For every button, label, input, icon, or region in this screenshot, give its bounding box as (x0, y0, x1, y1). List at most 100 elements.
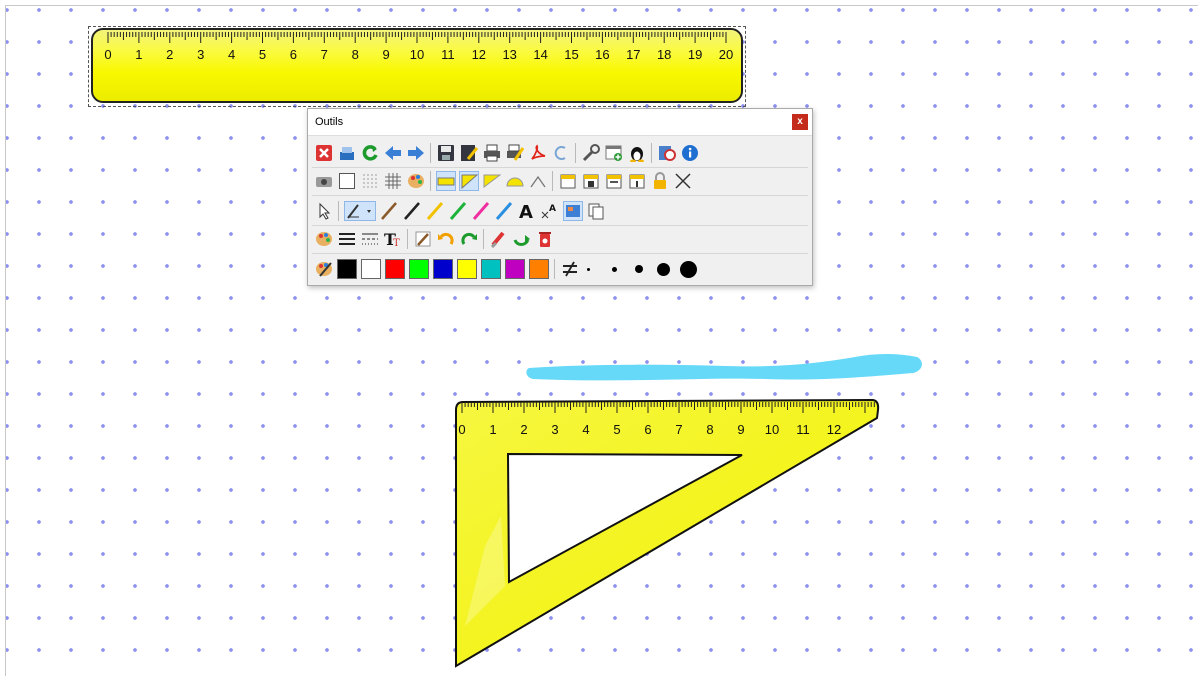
redo-icon[interactable] (460, 230, 478, 248)
pdf-icon[interactable] (529, 144, 547, 162)
linux-icon[interactable] (628, 144, 646, 162)
pen-size-4-button[interactable] (657, 262, 670, 276)
font-icon[interactable]: TT (384, 230, 402, 248)
line-style-icon[interactable] (361, 230, 379, 248)
text-icon[interactable]: A (518, 202, 536, 220)
set-square-label: 12 (827, 422, 841, 437)
set-square-label: 4 (582, 422, 589, 437)
settings-icon[interactable] (582, 144, 600, 162)
set-square-label: 1 (489, 422, 496, 437)
save-as-icon[interactable] (460, 144, 478, 162)
undo-icon[interactable] (437, 230, 455, 248)
color-swatch[interactable] (481, 259, 501, 279)
svg-text:A: A (519, 202, 533, 220)
info-icon[interactable] (681, 144, 699, 162)
pen-size-2-button[interactable] (612, 266, 617, 272)
trash-icon[interactable] (536, 230, 554, 248)
text-resize-icon[interactable]: A (541, 202, 559, 220)
color-swatch[interactable] (457, 259, 477, 279)
color-swatch[interactable] (433, 259, 453, 279)
close-icon[interactable] (315, 144, 333, 162)
set-square-label: 9 (737, 422, 744, 437)
ruler-graduations: 0 1 2 3 4 5 6 7 8 9 10 11 12 13 14 15 16 17 18 19 20 (104, 32, 733, 62)
protractor-icon[interactable] (505, 172, 524, 190)
ruler-label: 9 (382, 47, 389, 62)
refresh-icon[interactable] (361, 144, 379, 162)
color-swatch[interactable] (361, 259, 381, 279)
ruler-label: 18 (657, 47, 671, 62)
ruler-label: 19 (688, 47, 702, 62)
toolbox-title: Outils (308, 109, 812, 136)
color-swatch[interactable] (337, 259, 357, 279)
screenshot-icon[interactable] (658, 144, 676, 162)
cross-icon[interactable] (674, 172, 692, 190)
eraser-icon[interactable] (490, 230, 508, 248)
calendar-icon[interactable] (559, 172, 577, 190)
open-file-icon[interactable] (338, 144, 356, 162)
blank-page-icon[interactable] (338, 172, 356, 190)
ruler-label: 13 (502, 47, 516, 62)
pen-size-5-button[interactable] (680, 260, 697, 278)
pen-size-3-button[interactable] (635, 265, 643, 273)
calendar-one-icon[interactable] (628, 172, 646, 190)
pencil-select-icon[interactable] (343, 201, 376, 221)
color-swatch[interactable] (409, 259, 429, 279)
color-swatch[interactable] (505, 259, 525, 279)
dot-grid-icon[interactable] (361, 172, 379, 190)
calendar-edit-icon[interactable] (605, 172, 623, 190)
ruler-label: 12 (472, 47, 486, 62)
undo-page-icon[interactable] (552, 144, 570, 162)
ruler-label: 11 (441, 47, 455, 62)
new-window-icon[interactable] (605, 144, 623, 162)
camera-icon[interactable] (315, 172, 333, 190)
toolbox-window[interactable]: Outils x A A T T (307, 108, 813, 286)
pencil-yellow-icon[interactable] (426, 202, 444, 220)
toolbar-row-tools: A A (312, 197, 808, 226)
compass-icon[interactable] (529, 172, 547, 190)
close-button[interactable]: x (792, 114, 808, 130)
ruler-label: 15 (564, 47, 578, 62)
not-equal-icon[interactable] (561, 260, 579, 278)
palette-small-icon[interactable] (315, 260, 333, 278)
ruler-icon[interactable] (435, 171, 456, 191)
set-square-label: 3 (551, 422, 558, 437)
edit-icon[interactable] (414, 230, 432, 248)
ruler-label: 1 (135, 47, 142, 62)
ruler-label: 0 (104, 47, 111, 62)
arrow-right-icon[interactable] (407, 144, 425, 162)
toolbar-row-colors (312, 255, 808, 283)
set-square-label: 6 (644, 422, 651, 437)
print-icon[interactable] (483, 144, 501, 162)
pencil-blue-icon[interactable] (495, 202, 513, 220)
set-square-icon[interactable] (458, 171, 479, 191)
straight-ruler[interactable]: 0 1 2 3 4 5 6 7 8 9 10 11 12 13 14 15 16 17 18 19 20 (91, 28, 743, 103)
palette-icon[interactable] (315, 230, 333, 248)
pen-size-1-button[interactable] (587, 267, 590, 271)
pencil-pink-icon[interactable] (472, 202, 490, 220)
rotate-icon[interactable] (513, 230, 531, 248)
color-swatch[interactable] (385, 259, 405, 279)
line-width-icon[interactable] (338, 230, 356, 248)
lock-icon[interactable] (651, 172, 669, 190)
color-swatch[interactable] (529, 259, 549, 279)
pencil-black-icon[interactable] (403, 202, 421, 220)
ruler-label: 20 (719, 47, 733, 62)
set-square-label: 5 (613, 422, 620, 437)
highlighter-stroke[interactable] (525, 345, 925, 385)
pencil-icon[interactable] (380, 202, 398, 220)
set-square[interactable]: 0 1 2 3 4 5 6 7 8 9 10 11 12 (445, 396, 885, 671)
background-color-icon[interactable] (407, 172, 425, 190)
calendar-save-icon[interactable] (582, 172, 600, 190)
pencil-green-icon[interactable] (449, 202, 467, 220)
copy-icon[interactable] (587, 202, 605, 220)
ruler-label: 17 (626, 47, 640, 62)
save-icon[interactable] (437, 144, 455, 162)
arrow-left-icon[interactable] (384, 144, 402, 162)
toolbar-row-edit: TT (312, 225, 808, 254)
pointer-icon[interactable] (315, 202, 333, 220)
ruler-label: 14 (533, 47, 547, 62)
grid-icon[interactable] (384, 172, 402, 190)
print-setup-icon[interactable] (506, 144, 524, 162)
triangle-icon[interactable] (483, 172, 501, 190)
image-icon[interactable] (562, 201, 583, 221)
